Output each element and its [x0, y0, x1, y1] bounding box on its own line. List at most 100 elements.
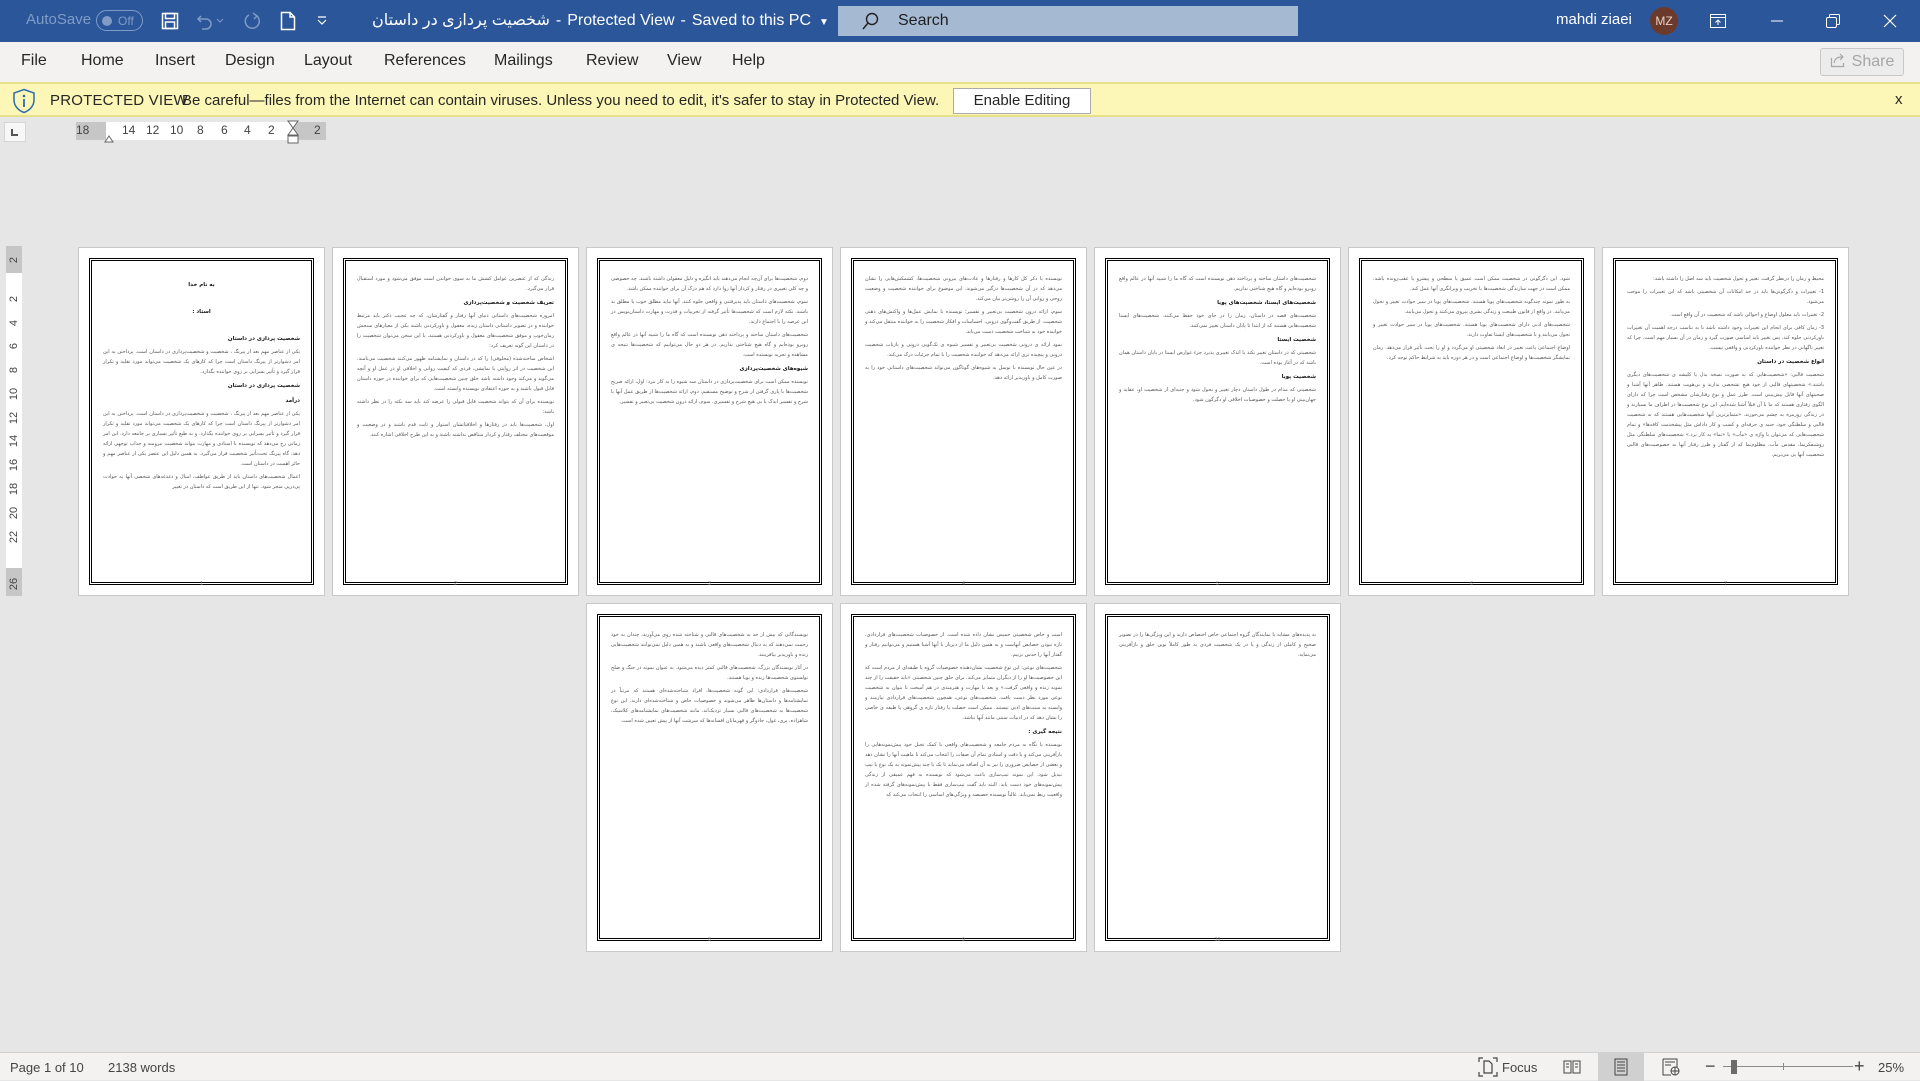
tab-references[interactable]: References — [384, 52, 466, 70]
page-number: 6 — [1470, 581, 1473, 587]
ruler-tick: 14 — [122, 123, 136, 137]
share-label: Share — [1851, 53, 1895, 70]
page-paragraph: در عین حال نویسنده با توسل به شیوه‌های گ… — [865, 365, 1062, 381]
zoom-slider[interactable] — [1723, 1066, 1853, 1067]
document-page[interactable]: محیط و زمان را درنظر گرفت. تغییر و تحول … — [1602, 247, 1849, 596]
save-status[interactable]: Saved to this PC — [692, 12, 811, 29]
page-paragraph: یکی از عناصر مهم بعد از پیرنگ ، شخصیت و … — [103, 411, 300, 467]
tab-help[interactable]: Help — [732, 52, 765, 70]
page-heading: شخصیت ایستا — [1277, 337, 1316, 343]
document-page[interactable]: دوم، شخصیت‌ها برای آن‌چه انجام می‌دهند ب… — [586, 247, 833, 596]
enable-editing-button[interactable]: Enable Editing — [953, 88, 1091, 114]
customize-toolbar-icon[interactable] — [310, 9, 334, 33]
document-page[interactable]: به پدیده‌های مشابه یا نمایندگان گروه اجت… — [1094, 603, 1341, 952]
title-bar: AutoSave Off شخصیت پردازی در داستان - Prot… — [0, 0, 1920, 42]
page-heading: شیوه‌های شخصیت‌پردازی — [739, 366, 808, 372]
word-count[interactable]: 2138 words — [108, 1060, 175, 1075]
print-layout-icon — [1614, 1058, 1628, 1076]
tab-review[interactable]: Review — [586, 52, 638, 70]
document-page[interactable]: زندگی که از عنصرین عوامل کشش ما به سوی خ… — [332, 247, 579, 596]
zoom-in-button[interactable]: + — [1854, 1056, 1865, 1077]
minimize-icon[interactable] — [1754, 0, 1800, 42]
page-paragraph: شخصیت‌های قصه در داستان، زمان را در جای … — [1119, 313, 1316, 329]
page-paragraph: سوم، ارائه درون شخصیت بی‌تعبیر و تفسیر؛ … — [865, 309, 1062, 335]
document-page[interactable]: نویسنده با ذکر کل کارها و رفتار‌ها و عاد… — [840, 247, 1087, 596]
dismiss-bar-button[interactable]: x — [1895, 91, 1903, 108]
document-page[interactable]: شخصیت‌های داستان ساخته و پرداخته ذهن نوی… — [1094, 247, 1341, 596]
toggle-knob — [102, 16, 112, 26]
page-paragraph: اعمال شخصیت‌های داستان باید از طریق عواط… — [103, 474, 300, 490]
page-paragraph: امروزه شخصیت‌های داستانی دنیای آنها رفتا… — [357, 313, 554, 349]
zoom-slider-thumb[interactable] — [1730, 1060, 1737, 1074]
page-number: 2 — [454, 581, 457, 587]
right-indent-marker[interactable] — [287, 120, 299, 151]
page-paragraph: شخصیت قالبی: «شخصیت‌هایی که به صورت نسخه… — [1627, 372, 1824, 458]
tab-insert[interactable]: Insert — [155, 52, 195, 70]
share-button[interactable]: Share — [1820, 48, 1904, 76]
ruler-tick: 4 — [244, 123, 251, 137]
page-paragraph: 3- زمان کافی برای انجام این تغییرات وجود… — [1627, 325, 1824, 351]
tab-design[interactable]: Design — [225, 52, 275, 70]
page-paragraph: محیط و زمان را درنظر گرفت. تغییر و تحول … — [1653, 276, 1824, 282]
ruler-tick: 12 — [8, 411, 20, 425]
ruler-tick: 2 — [268, 123, 275, 137]
page-number: 3 — [708, 581, 711, 587]
save-icon[interactable] — [158, 9, 182, 33]
read-mode-icon — [1563, 1060, 1581, 1074]
ruler-tick: 18 — [76, 123, 90, 137]
ruler-tick: 10 — [8, 387, 20, 401]
page-paragraph: یکی از عناصر مهم بعد از پیرنگ ، شخصیت و … — [103, 349, 300, 375]
page-paragraph: شخصیت‌های ادبی دارای شخصیت‌های پویا هستن… — [1373, 322, 1570, 338]
web-layout-button[interactable] — [1648, 1053, 1694, 1081]
tab-selector[interactable] — [4, 122, 26, 142]
focus-label: Focus — [1502, 1059, 1538, 1075]
ruler-tick: 22 — [8, 530, 20, 544]
document-page[interactable]: نویسندگانی که بیش از حد به شخصیت‌های قال… — [586, 603, 833, 952]
read-mode-button[interactable] — [1549, 1053, 1595, 1081]
vertical-ruler[interactable]: 2 2 4 6 8 10 12 14 16 18 20 22 26 — [6, 246, 22, 596]
tab-file[interactable]: File — [21, 52, 47, 70]
save-status-dropdown-icon[interactable]: ▼ — [819, 17, 829, 28]
page-number: 4 — [962, 581, 965, 587]
new-document-icon[interactable] — [276, 9, 300, 33]
user-name[interactable]: mahdi ziaei — [1556, 11, 1632, 28]
undo-dropdown-icon[interactable] — [214, 9, 226, 33]
tab-view[interactable]: View — [667, 52, 701, 70]
page-heading: شخصیت پویا — [1281, 374, 1316, 380]
protected-view-message: Be careful—files from the Internet can c… — [182, 92, 940, 109]
search-icon — [860, 11, 880, 36]
status-bar: Page 1 of 10 2138 words Focus − + 25% — [0, 1052, 1920, 1081]
page-border: است و خاص شخصیتی خمیس نشان داده شده است.… — [851, 614, 1076, 941]
zoom-level[interactable]: 25% — [1878, 1060, 1904, 1075]
avatar[interactable]: MZ — [1650, 7, 1678, 35]
page-border: دوم، شخصیت‌ها برای آن‌چه انجام می‌دهند ب… — [597, 258, 822, 585]
ruler-tick: 10 — [170, 123, 184, 137]
print-layout-button[interactable] — [1598, 1053, 1644, 1081]
horizontal-ruler[interactable]: 18 14 12 10 8 6 4 2 2 — [76, 120, 326, 144]
search-placeholder: Search — [898, 12, 949, 29]
close-icon[interactable] — [1867, 0, 1913, 42]
zoom-out-button[interactable]: − — [1705, 1056, 1716, 1077]
page-indicator[interactable]: Page 1 of 10 — [10, 1060, 84, 1075]
document-page[interactable]: است و خاص شخصیتی خمیس نشان داده شده است.… — [840, 603, 1087, 952]
document-page[interactable]: به نام خدا استاد : شخصیت پردازی در داستان ی… — [78, 247, 325, 596]
page-border: محیط و زمان را درنظر گرفت. تغییر و تحول … — [1613, 258, 1838, 585]
ribbon-display-options-icon[interactable] — [1695, 0, 1741, 42]
redo-icon[interactable] — [240, 9, 264, 33]
shield-info-icon — [11, 88, 37, 119]
tab-home[interactable]: Home — [81, 52, 124, 70]
left-indent-marker[interactable] — [104, 130, 114, 148]
page-paragraph: زندگی که از عنصرین عوامل کشش ما به سوی خ… — [357, 276, 554, 292]
document-title: شخصیت پردازی در داستان — [372, 12, 550, 29]
autosave-toggle[interactable]: Off — [96, 10, 143, 31]
page-paragraph: دوم، شخصیت‌ها برای آن‌چه انجام می‌دهند ب… — [611, 276, 808, 292]
tab-layout[interactable]: Layout — [304, 52, 352, 70]
tab-mailings[interactable]: Mailings — [494, 52, 553, 70]
page-paragraph: 2- تغییرات باید معلول اوضاع و احوالی باش… — [1670, 312, 1824, 318]
search-box[interactable]: Search — [838, 6, 1298, 36]
restore-icon[interactable] — [1810, 0, 1856, 42]
focus-button[interactable]: Focus — [1478, 1057, 1537, 1077]
page-title-line: به نام خدا — [188, 282, 215, 288]
ruler-tick: 20 — [8, 506, 20, 520]
document-page[interactable]: شود. این دگرگونی در شخصیت ممکن است عمیق … — [1348, 247, 1595, 596]
